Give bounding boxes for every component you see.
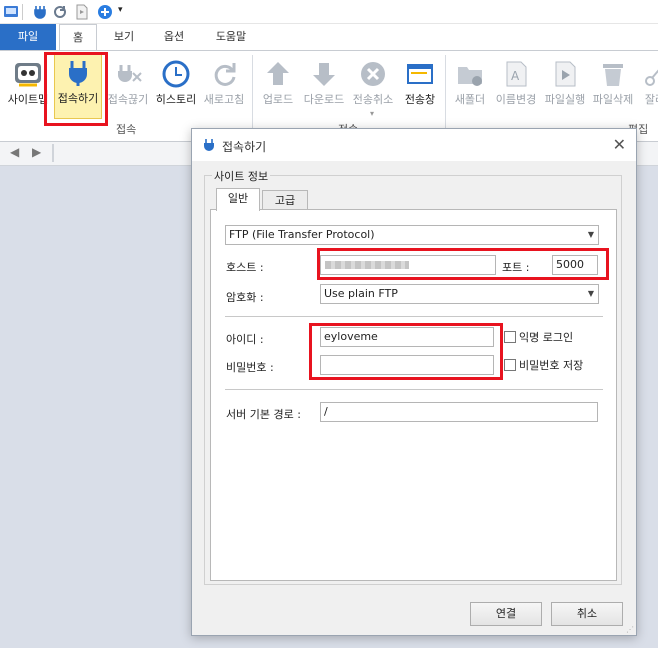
host-label: 호스트 :: [226, 261, 264, 274]
rename-icon: A: [506, 61, 527, 87]
anonymous-login-checkbox[interactable]: [504, 331, 516, 343]
host-port-highlight: [317, 248, 609, 280]
download-arrow-icon: [313, 63, 335, 86]
run-file-icon: [555, 61, 576, 87]
cut-button[interactable]: 잘라: [640, 55, 658, 123]
quick-access-bar: ▾: [0, 0, 658, 24]
ribbon-tabbar: 파일 홈 보기 옵션 도움말: [0, 24, 658, 51]
encryption-select[interactable]: Use plain FTP ▼: [320, 284, 599, 304]
transfer-window-button[interactable]: 전송창: [400, 55, 440, 123]
rename-button[interactable]: A 이름변경: [494, 55, 538, 123]
id-label: 아이디 :: [226, 333, 264, 346]
save-password-label: 비밀번호 저장: [519, 359, 584, 372]
rename-label: 이름변경: [495, 93, 537, 106]
encryption-value: Use plain FTP: [324, 287, 398, 300]
refresh-label: 새로고침: [203, 93, 245, 106]
delete-file-label: 파일삭제: [592, 93, 634, 106]
dropdown-icon[interactable]: ▾: [118, 5, 123, 15]
tab-advanced[interactable]: 고급: [262, 190, 308, 210]
run-file-button[interactable]: 파일실행: [544, 55, 586, 123]
divider: [225, 316, 603, 317]
connect-dialog: 접속하기 ✕ 사이트 정보 일반 고급 FTP (File Transfer P…: [191, 128, 637, 636]
server-path-label: 서버 기본 경로 :: [226, 408, 301, 421]
anonymous-login-label: 익명 로그인: [519, 331, 574, 344]
refresh-button[interactable]: 새로고침: [202, 55, 246, 123]
divider: [22, 4, 23, 20]
cancel-button[interactable]: 취소: [551, 602, 623, 626]
add-icon[interactable]: [97, 4, 113, 20]
svg-text:A: A: [511, 69, 520, 83]
divider: [225, 389, 603, 390]
new-folder-label: 새폴더: [454, 93, 486, 106]
upload-button[interactable]: 업로드: [258, 55, 298, 123]
password-label: 비밀번호 :: [226, 361, 274, 374]
encryption-label: 암호화 :: [226, 291, 264, 304]
delete-file-button[interactable]: 파일삭제: [592, 55, 634, 123]
connect-icon[interactable]: [32, 4, 48, 20]
scissors-icon: [645, 69, 658, 86]
transfer-window-icon: [407, 64, 433, 84]
new-folder-icon: [458, 67, 482, 86]
app-icon[interactable]: [3, 4, 19, 20]
new-folder-button[interactable]: 새폴더: [452, 55, 488, 123]
sitemap-icon: [15, 63, 41, 87]
tab-file[interactable]: 파일: [0, 24, 56, 50]
chevron-down-icon: ▼: [587, 289, 594, 298]
download-button[interactable]: 다운로드: [302, 55, 346, 123]
tab-home[interactable]: 홈: [59, 24, 97, 51]
save-password-checkbox[interactable]: [504, 359, 516, 371]
close-icon[interactable]: ✕: [613, 135, 626, 154]
chevron-down-icon[interactable]: ▾: [370, 109, 374, 118]
connect-submit-button[interactable]: 연결: [470, 602, 542, 626]
connect-button-highlight: [44, 52, 108, 126]
plug-icon: [204, 139, 214, 151]
connect-group-label: 접속: [116, 123, 137, 136]
refresh-icon[interactable]: [52, 4, 68, 20]
cancel-transfer-button[interactable]: 전송취소 ▾: [350, 55, 396, 123]
unplug-icon: [118, 65, 142, 82]
disconnect-button[interactable]: 접속끊기: [106, 55, 150, 123]
dialog-titlebar: 접속하기 ✕: [192, 129, 636, 161]
site-info-legend: 사이트 정보: [212, 168, 271, 184]
run-file-label: 파일실행: [544, 93, 586, 106]
forward-arrow-icon[interactable]: ▶: [32, 145, 41, 159]
clock-icon: [162, 60, 190, 88]
history-button[interactable]: 히스토리: [154, 55, 198, 123]
server-path-input[interactable]: /: [320, 402, 598, 422]
cut-label: 잘라: [644, 93, 658, 106]
refresh-icon: [214, 63, 236, 86]
divider: [52, 144, 54, 162]
back-arrow-icon[interactable]: ◀: [10, 145, 19, 159]
tab-general[interactable]: 일반: [216, 188, 260, 211]
cancel-icon: [361, 62, 385, 86]
dialog-title: 접속하기: [222, 140, 267, 154]
protocol-value: FTP (File Transfer Protocol): [229, 228, 375, 241]
tab-view[interactable]: 보기: [104, 24, 144, 50]
upload-arrow-icon: [267, 62, 289, 85]
protocol-select[interactable]: FTP (File Transfer Protocol) ▼: [225, 225, 599, 245]
tab-options[interactable]: 옵션: [154, 24, 194, 50]
transfer-window-label: 전송창: [404, 93, 436, 106]
file-icon[interactable]: [74, 4, 90, 20]
trash-icon: [603, 64, 623, 86]
resize-grip[interactable]: ⋰: [626, 625, 634, 634]
tab-help[interactable]: 도움말: [206, 24, 256, 50]
chevron-down-icon: ▼: [587, 230, 594, 239]
credentials-highlight: [309, 323, 503, 380]
